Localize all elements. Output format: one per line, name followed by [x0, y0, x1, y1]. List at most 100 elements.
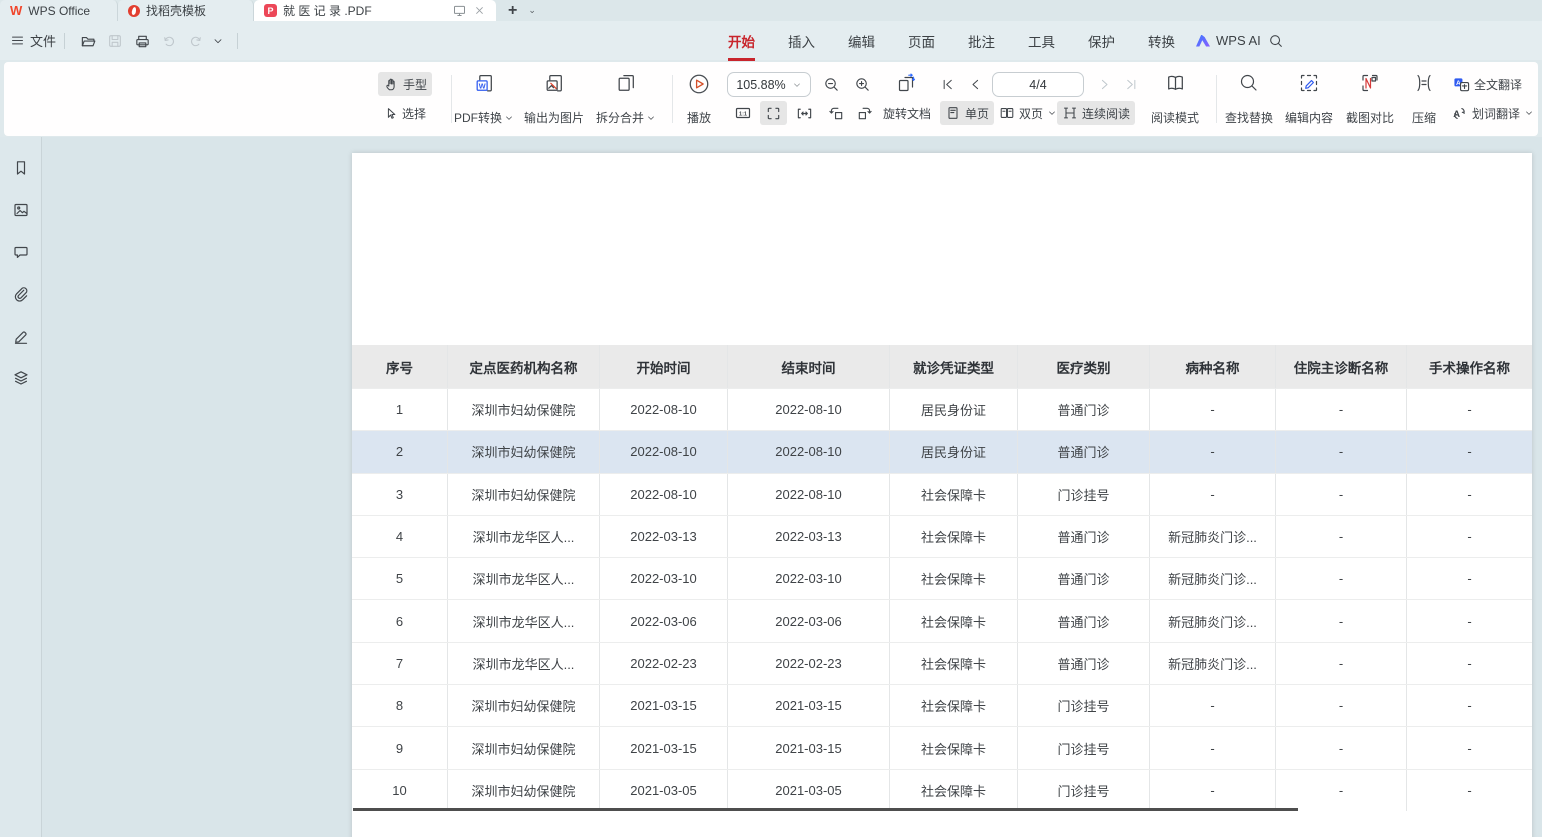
play-button[interactable]: 播放 [676, 69, 722, 129]
ribbon-tab-protect[interactable]: 保护 [1086, 30, 1117, 52]
table-cell: 普通门诊 [1018, 389, 1150, 430]
table-cell: 深圳市妇幼保健院 [448, 431, 600, 472]
double-page-button[interactable]: 双页 [994, 101, 1062, 125]
screenshot-compare-button[interactable]: 截图对比 [1340, 69, 1400, 129]
new-tab-button[interactable]: + [504, 2, 521, 20]
split-merge-button[interactable]: 拆分合并 [588, 69, 664, 129]
wps-ai-logo-icon [1196, 35, 1210, 47]
layers-icon [12, 369, 30, 387]
page-number-input[interactable]: 4/4 [992, 72, 1084, 97]
rotate-document-button[interactable]: 旋转文档 [878, 101, 936, 125]
redo-button[interactable] [184, 29, 208, 53]
table-row: 2深圳市妇幼保健院2022-08-102022-08-10居民身份证普通门诊--… [352, 430, 1532, 472]
zoom-out-button[interactable] [818, 72, 845, 96]
ribbon-tab-insert[interactable]: 插入 [786, 30, 817, 52]
pdf-page[interactable]: 序号定点医药机构名称开始时间结束时间就诊凭证类型医疗类别病种名称住院主诊断名称手… [352, 153, 1532, 837]
tab-docer-templates[interactable]: 找稻壳模板 [118, 0, 254, 21]
bookmarks-panel-button[interactable] [8, 155, 34, 181]
edit-content-button[interactable]: 编辑内容 [1278, 69, 1340, 129]
single-page-button[interactable]: 单页 [940, 101, 994, 125]
rotate-right-button[interactable] [851, 101, 878, 125]
previous-page-button[interactable] [963, 72, 988, 96]
table-cell: 2022-02-23 [728, 643, 890, 684]
pdf-convert-button[interactable]: W PDF转换 [446, 69, 522, 129]
layers-panel-button[interactable] [8, 365, 34, 391]
table-cell: - [1150, 685, 1276, 726]
hand-tool-button[interactable]: 手型 [378, 72, 432, 96]
first-page-button[interactable] [935, 72, 960, 96]
table-cell: 2021-03-15 [600, 685, 728, 726]
thumbnails-panel-button[interactable] [8, 197, 34, 223]
ribbon-tab-convert[interactable]: 转换 [1146, 30, 1177, 52]
undo-button[interactable] [157, 29, 181, 53]
table-cell: 普通门诊 [1018, 558, 1150, 599]
zoom-in-icon [854, 76, 871, 93]
table-cell: 社会保障卡 [890, 685, 1018, 726]
actual-size-button[interactable]: 1:1 [729, 101, 757, 125]
tab-list-chevron-icon[interactable]: ⌄ [528, 5, 536, 16]
table-header-cell: 开始时间 [600, 345, 728, 388]
ribbon-tab-home[interactable]: 开始 [726, 30, 757, 52]
continuous-read-label: 连续阅读 [1082, 105, 1130, 122]
zoom-value: 105.88% [736, 78, 785, 92]
table-header-cell: 就诊凭证类型 [890, 345, 1018, 388]
table-cell: 社会保障卡 [890, 474, 1018, 515]
last-page-button[interactable] [1119, 72, 1144, 96]
edit-content-label: 编辑内容 [1285, 109, 1333, 126]
tab-document-pdf[interactable]: P 就 医 记 录 .PDF [254, 0, 496, 21]
table-header-cell: 病种名称 [1150, 345, 1276, 388]
more-commands-button[interactable] [209, 29, 227, 53]
divider [64, 33, 65, 49]
file-menu-button[interactable]: 文件 [10, 21, 56, 60]
table-cell: - [1276, 558, 1407, 599]
fit-page-button[interactable] [760, 101, 787, 125]
zoom-level-select[interactable]: 105.88% [727, 72, 811, 97]
table-cell: 普通门诊 [1018, 431, 1150, 472]
table-cell: 社会保障卡 [890, 516, 1018, 557]
table-row: 3深圳市妇幼保健院2022-08-102022-08-10社会保障卡门诊挂号--… [352, 473, 1532, 515]
wps-logo-icon: W [10, 4, 22, 17]
open-file-button[interactable] [76, 29, 100, 53]
full-text-translate-button[interactable]: A 全文翻译 [1448, 72, 1527, 96]
tab-wps-office[interactable]: W WPS Office [0, 0, 118, 21]
next-page-button[interactable] [1092, 72, 1117, 96]
table-cell: 社会保障卡 [890, 558, 1018, 599]
screenshot-compare-icon [1359, 72, 1381, 94]
ribbon-tab-annotate[interactable]: 批注 [966, 30, 997, 52]
table-cell: 普通门诊 [1018, 643, 1150, 684]
compress-button[interactable]: 压缩 [1402, 69, 1446, 129]
document-area: 序号定点医药机构名称开始时间结束时间就诊凭证类型医疗类别病种名称住院主诊断名称手… [42, 137, 1542, 837]
signature-panel-button[interactable] [8, 323, 34, 349]
docer-logo-icon [128, 5, 140, 17]
table-header-cell: 住院主诊断名称 [1276, 345, 1407, 388]
export-as-image-button[interactable]: 输出为图片 [512, 69, 596, 129]
table-row: 4深圳市龙华区人...2022-03-132022-03-13社会保障卡普通门诊… [352, 515, 1532, 557]
select-tool-button[interactable]: 选择 [378, 101, 431, 125]
print-button[interactable] [130, 29, 154, 53]
zoom-in-button[interactable] [849, 72, 876, 96]
comments-panel-button[interactable] [8, 239, 34, 265]
swap-pages-button[interactable] [890, 72, 922, 96]
ribbon-tab-pages[interactable]: 页面 [906, 30, 937, 52]
find-replace-button[interactable]: 查找替换 [1218, 69, 1280, 129]
word-translate-button[interactable]: A 划词翻译 [1446, 101, 1539, 125]
fit-width-button[interactable] [791, 101, 818, 125]
fit-width-icon [796, 105, 813, 122]
ribbon-search-button[interactable] [1264, 29, 1288, 53]
table-cell: 2022-03-06 [600, 600, 728, 641]
window-icon[interactable] [452, 3, 467, 18]
table-cell: 2022-03-13 [600, 516, 728, 557]
read-mode-button[interactable]: 阅读模式 [1144, 69, 1206, 129]
attachments-panel-button[interactable] [8, 281, 34, 307]
ribbon-tab-tools[interactable]: 工具 [1026, 30, 1057, 52]
continuous-read-button[interactable]: 连续阅读 [1057, 101, 1135, 125]
save-button[interactable] [103, 29, 127, 53]
ribbon-tab-edit[interactable]: 编辑 [846, 30, 877, 52]
table-row: 1深圳市妇幼保健院2022-08-102022-08-10居民身份证普通门诊--… [352, 388, 1532, 430]
table-cell: 9 [352, 727, 448, 768]
table-cell: - [1276, 431, 1407, 472]
table-cell: 10 [352, 770, 448, 811]
close-tab-icon[interactable] [473, 4, 486, 17]
rotate-left-button[interactable] [823, 101, 850, 125]
wps-ai-button[interactable]: WPS AI [1196, 21, 1261, 60]
